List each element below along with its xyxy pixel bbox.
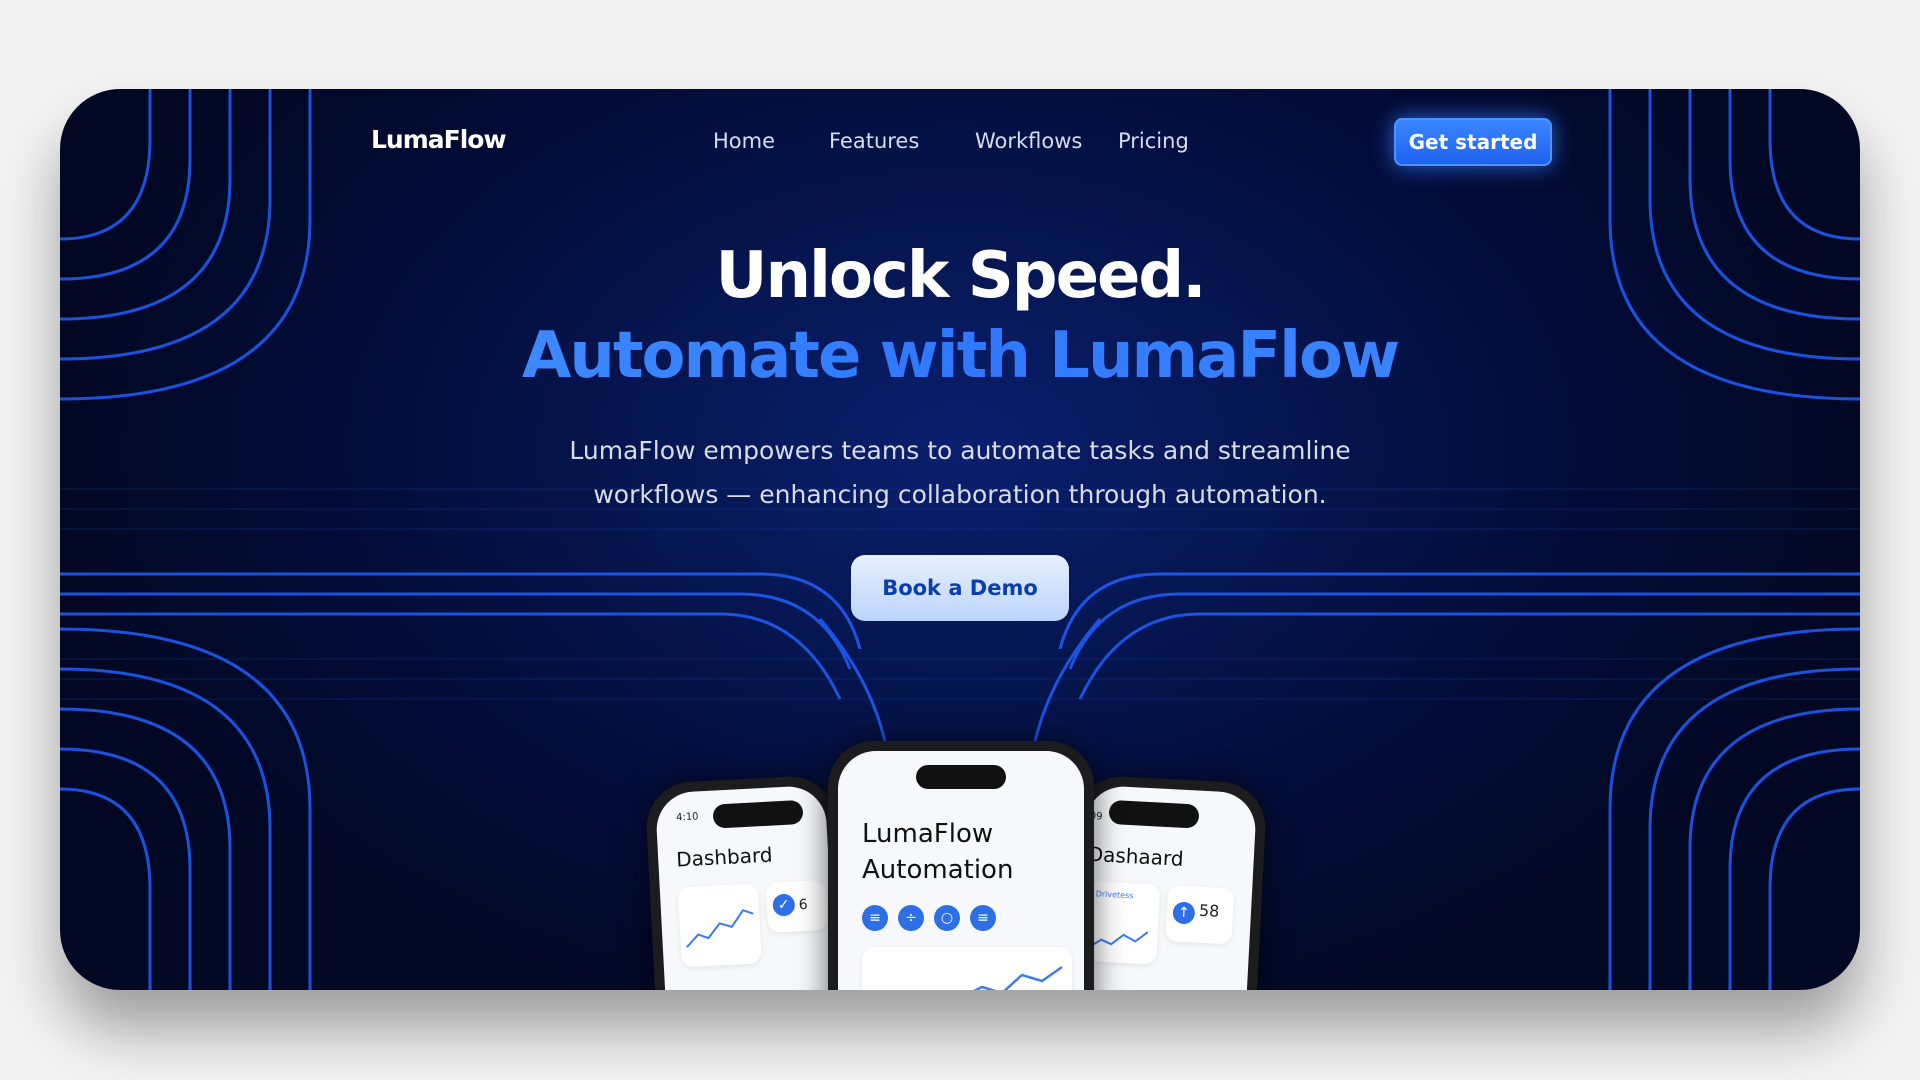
- nav-item-home[interactable]: Home: [713, 129, 775, 153]
- nav-item-features[interactable]: Features: [829, 129, 919, 153]
- nav-item-pricing[interactable]: Pricing: [1118, 129, 1189, 153]
- nav-item-workflows[interactable]: Workflows: [975, 129, 1082, 153]
- phone-screen-right: 09 Dashaard Drivetess ↑ 58: [1072, 784, 1258, 990]
- status-icon: ✓: [772, 893, 796, 917]
- divide-icon[interactable]: ÷: [898, 905, 924, 931]
- chart-card: Drivetess: [1084, 880, 1161, 965]
- phone-notch: [1108, 799, 1200, 829]
- trend-card: [862, 947, 1072, 990]
- phone-notch: [916, 765, 1006, 789]
- phone-title: Dashbard: [675, 842, 774, 872]
- phone-notch: [712, 799, 804, 829]
- phone-screen-center: LumaFlow Automation ≡ ÷ ○ ≡: [838, 751, 1084, 990]
- status-icon: ↑: [1172, 901, 1196, 925]
- hero-title-accent: Automate with LumaFlow: [60, 319, 1860, 393]
- stat-value: 58: [1198, 900, 1220, 921]
- chart-card: [677, 883, 762, 968]
- phone-mockup-left: 4:10 Dashbard ✓ 6: [644, 774, 850, 990]
- phone-time: 4:10: [675, 811, 699, 824]
- hero-title: Unlock Speed.: [715, 239, 1206, 313]
- line-chart-icon: [686, 908, 754, 948]
- trend-chart-icon: [973, 965, 1063, 990]
- hero-section: LumaFlow Home Features Workflows Pricing…: [60, 89, 1860, 990]
- phone-mockup-center: LumaFlow Automation ≡ ÷ ○ ≡: [828, 741, 1094, 990]
- phone-screen-left: 4:10 Dashbard ✓ 6: [654, 784, 840, 990]
- circle-icon[interactable]: ○: [934, 905, 960, 931]
- hero-subtitle-line1: LumaFlow empowers teams to automate task…: [569, 436, 1351, 465]
- book-demo-button[interactable]: Book a Demo: [851, 555, 1069, 621]
- phone-title-line1: LumaFlow: [862, 819, 994, 849]
- stat-card: ✓ 6: [765, 879, 829, 933]
- hero-subtitle: LumaFlow empowers teams to automate task…: [530, 429, 1390, 517]
- stat-card: ↑ 58: [1165, 885, 1235, 945]
- brand-logo[interactable]: LumaFlow: [371, 125, 507, 154]
- stat-value: 6: [798, 896, 809, 914]
- top-navigation: LumaFlow Home Features Workflows Pricing…: [60, 89, 1860, 189]
- get-started-button[interactable]: Get started: [1394, 118, 1552, 166]
- chart-tag: Drivetess: [1095, 889, 1134, 901]
- phone-title-line2: Automation: [862, 855, 1014, 885]
- hero-subtitle-line2: workflows — enhancing collaboration thro…: [593, 480, 1327, 509]
- list-icon[interactable]: ≡: [970, 905, 996, 931]
- phone-title: Dashaard: [1087, 841, 1185, 871]
- menu-icon[interactable]: ≡: [862, 905, 888, 931]
